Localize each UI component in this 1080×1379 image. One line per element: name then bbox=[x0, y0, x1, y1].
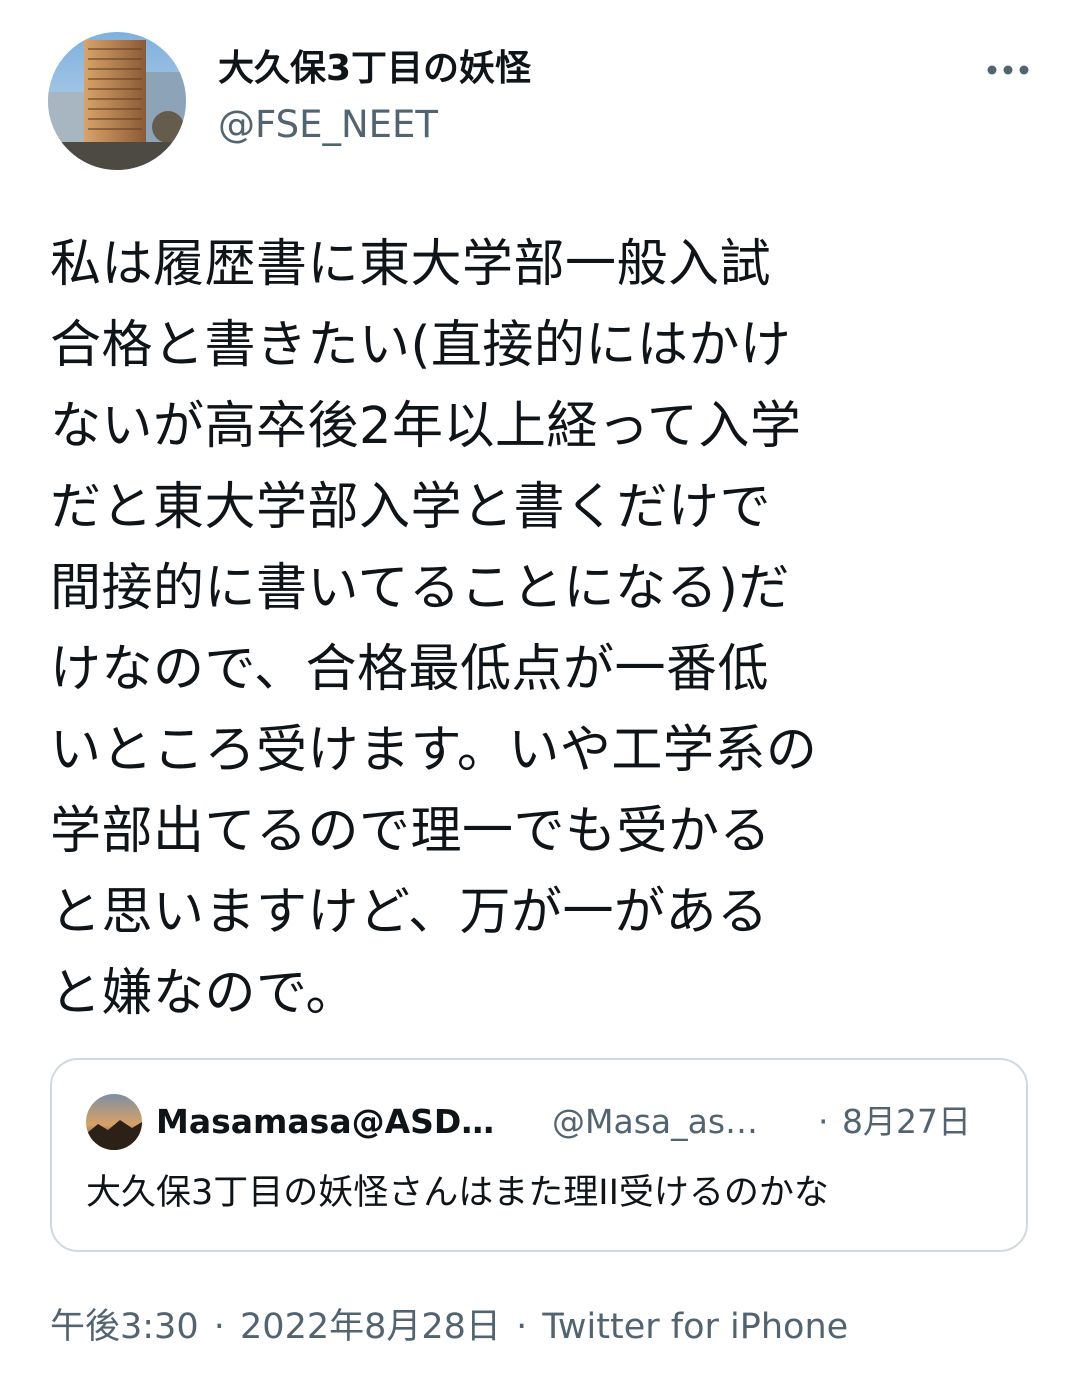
author-handle[interactable]: @FSE_NEET bbox=[218, 100, 438, 150]
tweet-time[interactable]: 午後3:30 bbox=[50, 1307, 199, 1347]
author-avatar[interactable] bbox=[48, 32, 186, 170]
meta-separator: · bbox=[213, 1307, 225, 1347]
avatar-image bbox=[48, 32, 186, 170]
quoted-avatar-image bbox=[86, 1094, 142, 1150]
tweet-text-line: 学部出てるので理一でも受かる bbox=[50, 802, 772, 861]
quoted-author-name: Masamasa@ASD… bbox=[156, 1102, 495, 1141]
quoted-separator: · bbox=[818, 1102, 829, 1141]
quoted-date: 8月27日 bbox=[842, 1102, 971, 1141]
tweet-text-line: 合格と書きたい(直接的にはかけ bbox=[50, 316, 792, 375]
quoted-author-handle: @Masa_as… bbox=[552, 1102, 759, 1141]
quoted-tweet-text: 大久保3丁目の妖怪さんはまた理II受けるのかな bbox=[86, 1173, 829, 1213]
tweet-source[interactable]: Twitter for iPhone bbox=[542, 1307, 848, 1347]
more-horizontal-icon bbox=[987, 65, 1029, 75]
tweet-text-line: けなので、合格最低点が一番低 bbox=[50, 640, 769, 699]
tweet-text-line: と思いますけど、万が一がある bbox=[50, 883, 769, 942]
tweet-text-line: と嫌なので。 bbox=[50, 964, 357, 1023]
quoted-author-avatar bbox=[86, 1094, 142, 1150]
tweet-text: 私は履歴書に東大学部一般入試 合格と書きたい(直接的にはかけ ないが高卒後2年以… bbox=[50, 224, 1040, 1034]
tweet-date[interactable]: 2022年8月28日 bbox=[240, 1307, 501, 1347]
meta-separator: · bbox=[516, 1307, 528, 1347]
tweet-text-line: 間接的に書いてることになる)だ bbox=[50, 559, 790, 618]
tweet-text-line: 私は履歴書に東大学部一般入試 bbox=[50, 235, 772, 294]
tweet-text-line: ないが高卒後2年以上経って入学 bbox=[50, 397, 802, 456]
more-options-button[interactable] bbox=[978, 50, 1038, 90]
tweet-meta: 午後3:30 · 2022年8月28日 · Twitter for iPhone bbox=[50, 1302, 848, 1352]
tweet-text-line: だと東大学部入学と書くだけで bbox=[50, 478, 772, 537]
author-display-name[interactable]: 大久保3丁目の妖怪 bbox=[218, 44, 531, 94]
tweet-text-line: いところ受けます。いや工学系の bbox=[50, 721, 818, 780]
quoted-tweet-card[interactable]: Masamasa@ASD… @Masa_as… · 8月27日 大久保3丁目の妖… bbox=[50, 1058, 1028, 1252]
